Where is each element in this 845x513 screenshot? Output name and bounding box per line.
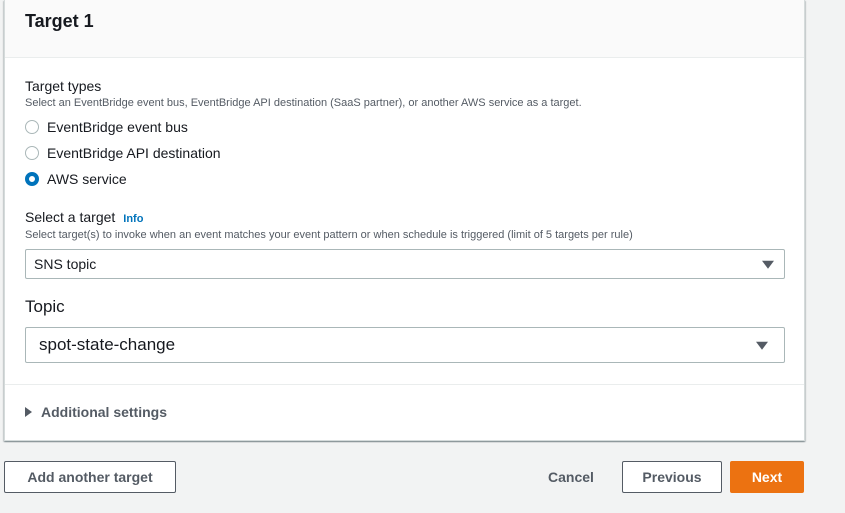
target-type-select[interactable]: SNS topic bbox=[25, 249, 785, 279]
radio-button-selected[interactable] bbox=[25, 172, 39, 186]
target-types-description: Select an EventBridge event bus, EventBr… bbox=[25, 97, 582, 109]
radio-aws-service[interactable]: AWS service bbox=[25, 170, 127, 188]
select-target-description: Select target(s) to invoke when an event… bbox=[25, 229, 633, 241]
info-link[interactable]: Info bbox=[123, 213, 143, 225]
additional-settings-expander[interactable]: Additional settings bbox=[25, 404, 167, 420]
topic-select[interactable]: spot-state-change bbox=[25, 327, 785, 363]
topic-select-value: spot-state-change bbox=[39, 335, 176, 354]
radio-label: EventBridge API destination bbox=[47, 145, 221, 161]
caret-down-icon bbox=[756, 341, 768, 350]
radio-label: EventBridge event bus bbox=[47, 119, 188, 135]
target-panel: Target 1 Target types Select an EventBri… bbox=[4, 0, 805, 441]
cancel-button[interactable]: Cancel bbox=[536, 461, 606, 493]
add-another-target-button[interactable]: Add another target bbox=[4, 461, 176, 493]
radio-eventbridge-api-destination[interactable]: EventBridge API destination bbox=[25, 144, 221, 162]
radio-eventbridge-event-bus[interactable]: EventBridge event bus bbox=[25, 118, 188, 136]
target-types-label: Target types bbox=[25, 78, 102, 94]
radio-button[interactable] bbox=[25, 146, 39, 160]
panel-header: Target 1 bbox=[5, 0, 804, 58]
caret-down-icon bbox=[762, 260, 774, 269]
target-type-select-value: SNS topic bbox=[34, 256, 97, 272]
next-button[interactable]: Next bbox=[730, 461, 804, 493]
divider bbox=[5, 384, 804, 385]
additional-settings-label: Additional settings bbox=[41, 404, 167, 420]
select-target-label: Select a target bbox=[25, 209, 116, 225]
topic-label: Topic bbox=[25, 297, 65, 316]
radio-label: AWS service bbox=[47, 171, 127, 187]
panel-title: Target 1 bbox=[25, 11, 94, 31]
previous-button[interactable]: Previous bbox=[622, 461, 722, 493]
caret-right-icon bbox=[25, 407, 32, 417]
radio-button[interactable] bbox=[25, 120, 39, 134]
select-target-label-row: Select a target Info bbox=[25, 209, 143, 225]
